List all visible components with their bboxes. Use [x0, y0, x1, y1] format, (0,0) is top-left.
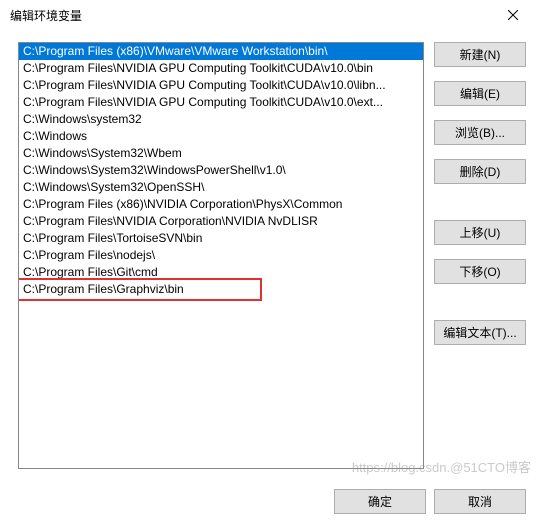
edit-text-button[interactable]: 编辑文本(T)...: [434, 320, 526, 345]
path-list-item[interactable]: C:\Program Files\NVIDIA GPU Computing To…: [19, 94, 423, 111]
browse-button[interactable]: 浏览(B)...: [434, 120, 526, 145]
dialog-footer: 确定 取消: [0, 481, 541, 531]
path-list-item[interactable]: C:\Program Files\TortoiseSVN\bin: [19, 230, 423, 247]
move-up-button[interactable]: 上移(U): [434, 220, 526, 245]
path-list-item[interactable]: C:\Program Files\NVIDIA GPU Computing To…: [19, 77, 423, 94]
path-list-item[interactable]: C:\Windows\System32\OpenSSH\: [19, 179, 423, 196]
path-list-item[interactable]: C:\Program Files\Git\cmd: [19, 264, 423, 281]
close-button[interactable]: [493, 1, 533, 29]
delete-button[interactable]: 删除(D): [434, 159, 526, 184]
path-listbox[interactable]: C:\Program Files (x86)\VMware\VMware Wor…: [18, 42, 424, 469]
titlebar: 编辑环境变量: [0, 0, 541, 30]
path-list-item[interactable]: C:\Program Files\Graphviz\bin: [19, 281, 423, 298]
path-list-item[interactable]: C:\Program Files\NVIDIA Corporation\NVID…: [19, 213, 423, 230]
path-list-item[interactable]: C:\Program Files (x86)\VMware\VMware Wor…: [19, 43, 423, 60]
path-list-item[interactable]: C:\Program Files\NVIDIA GPU Computing To…: [19, 60, 423, 77]
move-down-button[interactable]: 下移(O): [434, 259, 526, 284]
path-list-item[interactable]: C:\Windows\System32\WindowsPowerShell\v1…: [19, 162, 423, 179]
path-list-item[interactable]: C:\Windows\system32: [19, 111, 423, 128]
cancel-button[interactable]: 取消: [434, 489, 526, 514]
edit-button[interactable]: 编辑(E): [434, 81, 526, 106]
window-title: 编辑环境变量: [10, 7, 82, 24]
path-list-item[interactable]: C:\Windows: [19, 128, 423, 145]
path-list-item[interactable]: C:\Program Files (x86)\NVIDIA Corporatio…: [19, 196, 423, 213]
new-button[interactable]: 新建(N): [434, 42, 526, 67]
close-icon: [508, 10, 518, 20]
ok-button[interactable]: 确定: [334, 489, 426, 514]
path-list-item[interactable]: C:\Windows\System32\Wbem: [19, 145, 423, 162]
button-column: 新建(N) 编辑(E) 浏览(B)... 删除(D) 上移(U) 下移(O) 编…: [434, 42, 526, 469]
dialog-body: C:\Program Files (x86)\VMware\VMware Wor…: [0, 30, 541, 481]
path-list-item[interactable]: C:\Program Files\nodejs\: [19, 247, 423, 264]
